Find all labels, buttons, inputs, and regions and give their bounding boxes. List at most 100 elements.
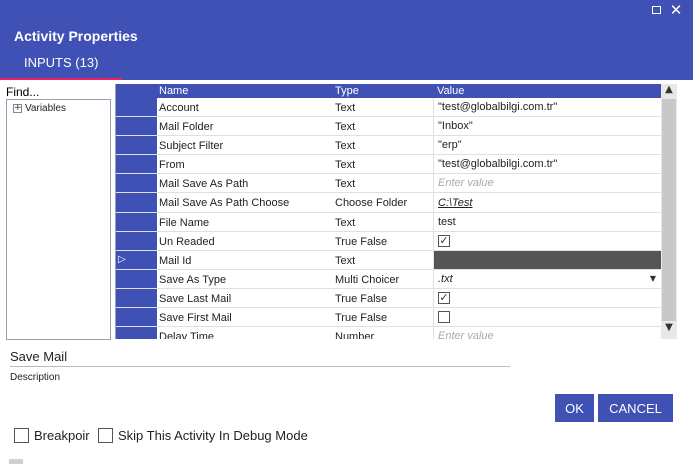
row-selector[interactable]: ▷ <box>116 250 157 269</box>
cancel-button[interactable]: CANCEL <box>598 394 673 422</box>
cell-value[interactable] <box>433 308 661 327</box>
table-row[interactable]: Mail Save As Path Text Enter value <box>116 174 661 194</box>
table-row[interactable]: Mail Folder Text "Inbox" <box>116 117 661 137</box>
cell-value[interactable]: Enter value <box>433 174 661 193</box>
close-button[interactable]: ✕ <box>668 2 684 18</box>
cell-name: Delay Time <box>159 331 215 339</box>
cell-name: Un Readed <box>159 235 215 248</box>
activity-name-field[interactable]: Save Mail <box>10 349 67 364</box>
row-selector[interactable] <box>116 193 157 212</box>
row-selector[interactable] <box>116 327 157 339</box>
cell-type: True False <box>335 235 388 248</box>
tree-item-label: Variables <box>25 103 66 114</box>
grid-scrollbar[interactable]: ▲ ▼ <box>661 84 677 339</box>
dialog-header: Activity Properties INPUTS (13) <box>0 20 693 80</box>
grid-header: Name Type Value <box>116 84 661 98</box>
cell-name: Subject Filter <box>159 140 224 153</box>
table-row[interactable]: Mail Save As Path Choose Choose Folder C:\… <box>116 193 661 213</box>
tree-item-variables[interactable]: + Variables <box>13 103 66 114</box>
row-selector[interactable] <box>116 212 157 231</box>
properties-grid: Name Type Value Account Text "test@globalb… <box>115 84 661 339</box>
cell-type: Text <box>335 178 356 191</box>
value-placeholder: Enter value <box>438 177 494 190</box>
row-selector[interactable] <box>116 269 157 288</box>
current-row-icon: ▷ <box>118 254 126 266</box>
row-selector[interactable] <box>116 288 157 308</box>
cell-type: Multi Choicer <box>335 273 400 286</box>
breakpoint-label: Breakpoir <box>34 428 90 443</box>
cell-value[interactable]: C:\Test <box>433 193 661 212</box>
value-checkbox[interactable]: ✓ <box>438 234 450 247</box>
value-checkbox[interactable]: ✓ <box>438 291 450 304</box>
column-header-type[interactable]: Type <box>335 85 359 97</box>
table-row[interactable]: Save First Mail True False <box>116 308 661 328</box>
cell-value[interactable]: "test@globalbilgi.com.tr" <box>433 98 661 117</box>
column-header-value[interactable]: Value <box>437 85 464 97</box>
dropdown-arrow-icon[interactable]: ▼ <box>650 274 656 283</box>
scroll-down-icon[interactable]: ▼ <box>661 322 677 336</box>
cell-type: Text <box>335 102 356 114</box>
cell-type: Text <box>335 140 356 153</box>
cell-value[interactable] <box>433 250 661 269</box>
scroll-up-icon[interactable]: ▲ <box>661 84 677 98</box>
cell-type: Number <box>335 331 375 339</box>
row-selector[interactable] <box>116 98 157 117</box>
table-row[interactable]: Account Text "test@globalbilgi.com.tr" <box>116 98 661 118</box>
row-selector[interactable] <box>116 117 157 136</box>
value-text: "test@globalbilgi.com.tr" <box>438 158 558 171</box>
cell-name: Mail Save As Path <box>159 178 249 191</box>
cell-value[interactable]: Enter value <box>433 327 661 339</box>
find-input[interactable]: Find... <box>6 85 39 99</box>
cell-type: True False <box>335 312 388 325</box>
skip-debug-checkbox[interactable] <box>98 428 113 443</box>
tab-inputs[interactable]: INPUTS (13) <box>24 55 98 70</box>
table-row[interactable]: Save Last Mail True False ✓ <box>116 288 661 309</box>
cell-type: Text <box>335 216 356 229</box>
cell-value[interactable]: "erp" <box>433 136 661 155</box>
maximize-icon <box>651 6 661 14</box>
scroll-thumb[interactable] <box>662 99 676 321</box>
table-row[interactable]: Un Readed True False ✓ <box>116 231 661 251</box>
table-row[interactable]: Save As Type Multi Choicer .txt ▼ <box>116 269 661 289</box>
row-selector[interactable] <box>116 155 157 174</box>
value-checkbox[interactable] <box>438 311 450 324</box>
table-row[interactable]: File Name Text test <box>116 212 661 232</box>
cell-name: Mail Folder <box>159 121 214 134</box>
row-selector[interactable] <box>116 136 157 155</box>
table-row[interactable]: From Text "test@globalbilgi.com.tr" <box>116 155 661 175</box>
activity-name-underline <box>10 366 510 367</box>
ok-button[interactable]: OK <box>555 394 594 422</box>
row-selector[interactable] <box>116 231 157 250</box>
column-header-name[interactable]: Name <box>159 85 188 97</box>
table-row[interactable]: ▷ Mail Id Text <box>116 250 661 270</box>
cell-name: Account <box>159 102 199 114</box>
cell-value[interactable]: .txt ▼ <box>433 269 661 288</box>
cell-name: File Name <box>159 216 210 229</box>
cell-value[interactable]: test <box>433 212 661 231</box>
cell-value[interactable]: ✓ <box>433 231 661 250</box>
maximize-button[interactable] <box>648 2 664 18</box>
cell-value[interactable]: "Inbox" <box>433 117 661 136</box>
breakpoint-checkbox[interactable] <box>14 428 29 443</box>
cell-type: True False <box>335 292 388 305</box>
value-text: .txt <box>438 272 453 285</box>
table-row[interactable]: Subject Filter Text "erp" <box>116 136 661 156</box>
skip-debug-option[interactable]: Skip This Activity In Debug Mode <box>98 428 308 443</box>
value-text: "test@globalbilgi.com.tr" <box>438 101 558 114</box>
cell-name: From <box>159 159 185 172</box>
breakpoint-option[interactable]: Breakpoir <box>14 428 90 443</box>
cell-value[interactable]: "test@globalbilgi.com.tr" <box>433 155 661 174</box>
cell-type: Choose Folder <box>335 197 408 210</box>
cell-value[interactable]: ✓ <box>433 288 661 308</box>
table-row[interactable]: Delay Time Number Enter value <box>116 327 661 339</box>
row-selector[interactable] <box>116 308 157 327</box>
skip-debug-label: Skip This Activity In Debug Mode <box>118 428 308 443</box>
cell-name: Save As Type <box>159 273 227 286</box>
value-text: "erp" <box>438 139 462 152</box>
cell-type: Text <box>335 121 356 134</box>
row-selector[interactable] <box>116 174 157 193</box>
title-bar: ✕ <box>0 0 693 20</box>
cell-name: Mail Save As Path Choose <box>159 197 290 210</box>
description-field[interactable]: Description <box>10 372 60 383</box>
expand-icon[interactable]: + <box>13 104 22 113</box>
